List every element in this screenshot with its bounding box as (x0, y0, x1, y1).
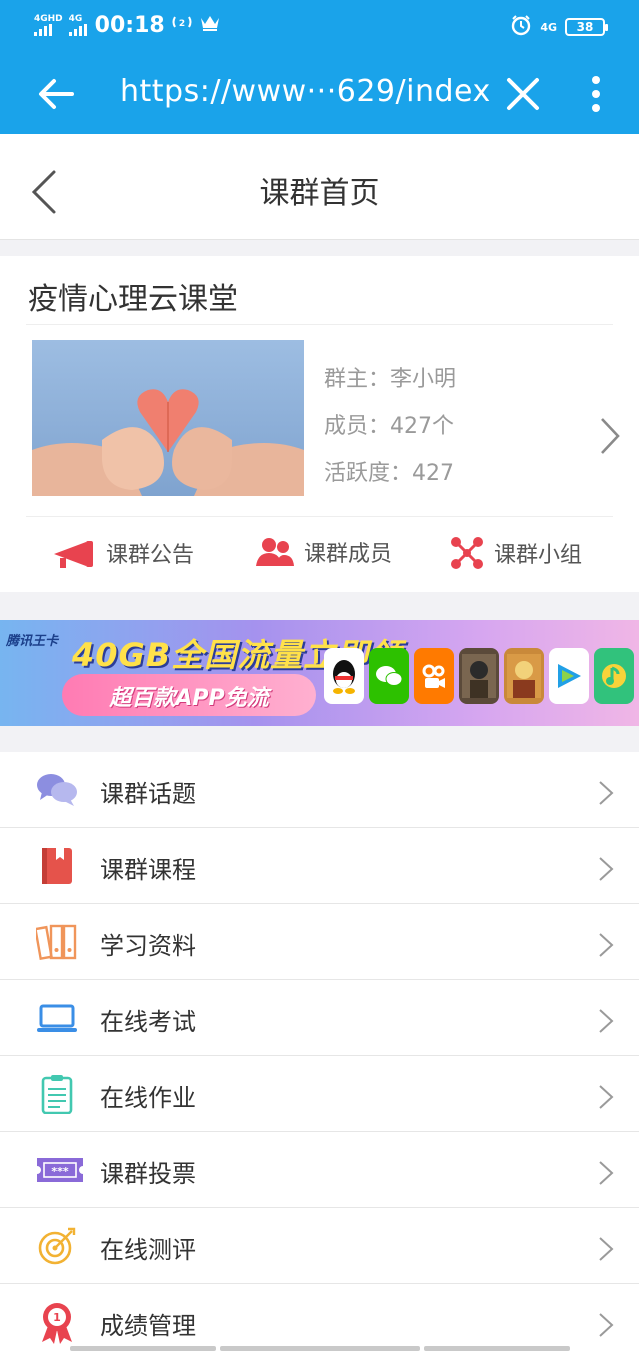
status-right: 4G 38 (510, 14, 608, 40)
group-photo[interactable] (32, 340, 304, 496)
chat-bubbles-icon (36, 770, 78, 810)
app-root: 4GHD 4G 00:18 2 4G 38 https://www···629/… (0, 0, 639, 1351)
target-icon (36, 1226, 78, 1266)
award-ribbon-icon: 1 (36, 1302, 78, 1344)
owner-row: 群主：李小明 (324, 356, 456, 403)
signal1-label: 4GHD (34, 13, 63, 24)
owner-label: 群主： (324, 367, 391, 392)
wechat-icon (369, 648, 409, 704)
group-info: 群主：李小明 成员：427个 活跃度：427 (324, 356, 456, 497)
members-icon (256, 536, 294, 568)
more-vert-icon[interactable] (586, 74, 606, 114)
hok-icon (504, 648, 544, 704)
feature-menu: 课群话题 课群课程 学习资料 在线考试 在线作业 *** 课群投票 在线测评 1… (0, 752, 639, 1351)
menu-item-exam[interactable]: 在线考试 (0, 980, 639, 1056)
subgroup-button[interactable]: 课群小组 (450, 536, 582, 570)
members-label: 成员： (324, 414, 391, 439)
menu-label: 在线考试 (100, 1008, 196, 1036)
alarm-icon (510, 14, 532, 40)
activity-label: 活跃度： (324, 461, 413, 486)
pubg-icon (459, 648, 499, 704)
book-icon (36, 846, 78, 886)
binders-icon (34, 922, 78, 962)
banner-subtitle: 超百款APP免流 (109, 686, 269, 711)
menu-item-grades[interactable]: 1 成绩管理 (0, 1284, 639, 1351)
chevron-right-icon (598, 1312, 614, 1338)
network-4g-label: 4G (540, 20, 557, 34)
menu-label: 成绩管理 (100, 1312, 196, 1340)
close-icon[interactable] (505, 76, 541, 112)
chevron-right-icon (598, 1160, 614, 1186)
divider (26, 516, 613, 517)
menu-item-assessment[interactable]: 在线测评 (0, 1208, 639, 1284)
group-nodes-icon (450, 536, 484, 570)
subgroup-label: 课群小组 (494, 543, 583, 568)
nav-indicator (424, 1346, 570, 1351)
activity-row: 活跃度：427 (324, 450, 456, 497)
tencent-video-icon (549, 648, 589, 704)
activity-value: 427 (412, 461, 455, 486)
menu-item-courses[interactable]: 课群课程 (0, 828, 639, 904)
menu-label: 在线作业 (100, 1084, 196, 1112)
kuaishou-icon (414, 648, 454, 704)
svg-text:***: *** (51, 1165, 69, 1178)
back-arrow-icon[interactable] (36, 74, 76, 114)
signal-4ghd-icon: 4GHD (34, 13, 63, 36)
menu-item-materials[interactable]: 学习资料 (0, 904, 639, 980)
url-field[interactable]: https://www···629/index (120, 74, 491, 109)
members-button[interactable]: 课群成员 (256, 536, 392, 568)
svg-text:2: 2 (179, 19, 185, 29)
group-actions: 课群公告 课群成员 课群小组 (0, 536, 639, 576)
menu-label: 课群投票 (100, 1160, 196, 1188)
menu-label: 在线测评 (100, 1236, 196, 1264)
status-bar: 4GHD 4G 00:18 2 4G 38 (0, 0, 639, 52)
chevron-right-icon[interactable] (598, 416, 622, 456)
menu-label: 课群课程 (100, 856, 196, 884)
megaphone-icon (52, 536, 96, 570)
announcement-button[interactable]: 课群公告 (52, 536, 194, 570)
chevron-right-icon (598, 780, 614, 806)
clipboard-icon (36, 1074, 78, 1115)
chevron-right-icon (598, 1008, 614, 1034)
signal2-label: 4G (68, 13, 83, 24)
svg-text:1: 1 (53, 1311, 61, 1324)
signal-4g-icon: 4G (68, 13, 87, 36)
status-left: 4GHD 4G 00:18 2 (34, 12, 221, 38)
members-btn-label: 课群成员 (304, 542, 393, 567)
browser-bar: https://www···629/index (0, 52, 639, 134)
banner-tag: 腾讯王卡 (6, 634, 59, 649)
members-row: 成员：427个 (324, 403, 456, 450)
battery-icon: 38 (565, 18, 608, 36)
chevron-right-icon (598, 1084, 614, 1110)
ad-banner[interactable]: 腾讯王卡 40GB全国流量立即领 超百款APP免流 (0, 620, 639, 726)
menu-item-topics[interactable]: 课群话题 (0, 752, 639, 828)
menu-label: 课群话题 (100, 780, 196, 808)
page-title: 课群首页 (259, 176, 380, 211)
announcement-label: 课群公告 (106, 543, 195, 568)
divider (26, 324, 613, 325)
laptop-icon (36, 998, 78, 1038)
nav-indicator (220, 1346, 420, 1351)
group-card: 疫情心理云课堂 群主：李小明 成员：427个 活跃度：427 课群公告 课群成员… (0, 256, 639, 592)
banner-app-icons (324, 648, 634, 704)
nav-indicator (70, 1346, 216, 1351)
chevron-right-icon (598, 1236, 614, 1262)
wifi-calling-icon: 2 (171, 12, 193, 38)
qq-music-icon (594, 648, 634, 704)
chevron-right-icon (598, 856, 614, 882)
menu-item-homework[interactable]: 在线作业 (0, 1056, 639, 1132)
group-name: 疫情心理云课堂 (28, 282, 238, 317)
qq-icon (324, 648, 364, 704)
owner-value: 李小明 (390, 367, 457, 392)
status-time: 00:18 (94, 12, 165, 38)
members-value: 427个 (390, 414, 455, 439)
page-header: 课群首页 (0, 134, 639, 240)
menu-label: 学习资料 (100, 932, 196, 960)
crown-icon (199, 13, 221, 38)
menu-item-vote[interactable]: *** 课群投票 (0, 1132, 639, 1208)
ticket-icon: *** (36, 1150, 83, 1190)
chevron-right-icon (598, 932, 614, 958)
